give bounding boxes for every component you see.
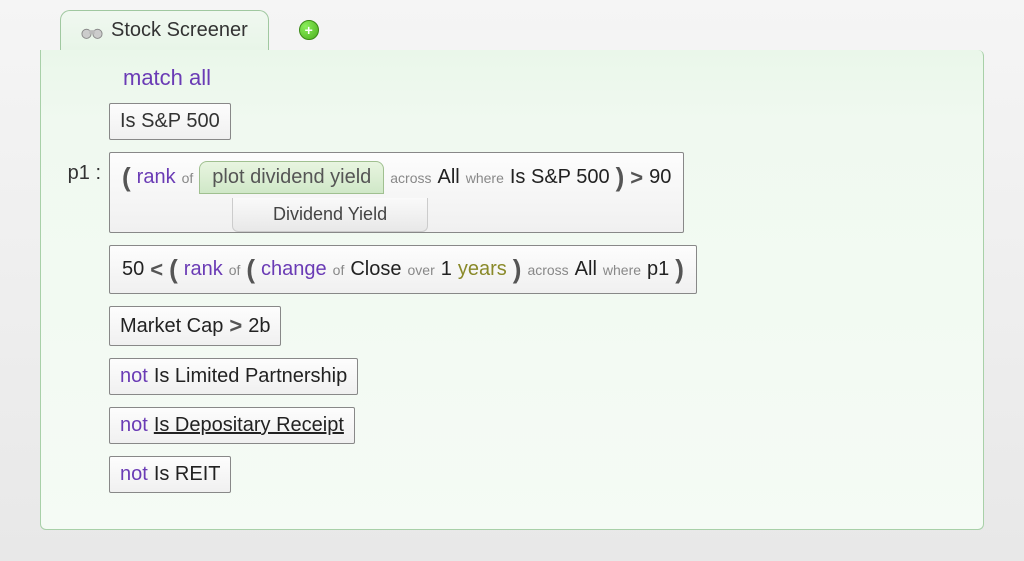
val-1[interactable]: 1 [441, 258, 452, 281]
rparen1: ) [675, 254, 684, 285]
dropdown-text: Dividend Yield [273, 204, 387, 224]
rule-rank-change[interactable]: 50 < ( rank of ( change of Close over 1 … [109, 245, 697, 294]
rule-not-reit[interactable]: not Is REIT [109, 456, 231, 493]
lparen: ( [122, 162, 131, 193]
kw-of1: of [229, 262, 241, 278]
op-gt[interactable]: > [229, 313, 242, 339]
kw-of2: of [333, 262, 345, 278]
kw-p1[interactable]: p1 [647, 258, 669, 281]
text-reit[interactable]: Is REIT [154, 463, 221, 486]
kw-years[interactable]: years [458, 258, 507, 281]
plot-text: plot dividend yield [212, 166, 371, 189]
kw-all[interactable]: All [438, 166, 460, 189]
kw-where: where [603, 262, 641, 278]
plot-pill[interactable]: plot dividend yield [199, 161, 384, 194]
op-gt[interactable]: > [630, 165, 643, 191]
kw-not[interactable]: not [120, 365, 148, 388]
rule-text: Is S&P 500 [120, 110, 220, 133]
rule-p1[interactable]: ( rank of plot dividend yield across All… [109, 152, 684, 233]
match-all-label[interactable]: match all [123, 65, 963, 91]
kw-across: across [527, 262, 568, 278]
kw-rank[interactable]: rank [137, 166, 176, 189]
val-50[interactable]: 50 [122, 258, 144, 281]
kw-all[interactable]: All [575, 258, 597, 281]
op-lt[interactable]: < [150, 257, 163, 283]
kw-not[interactable]: not [120, 414, 148, 437]
rparen: ) [616, 162, 625, 193]
kw-across: across [390, 170, 431, 186]
text-lp[interactable]: Is Limited Partnership [154, 365, 347, 388]
dividend-yield-dropdown[interactable]: Dividend Yield [232, 198, 428, 232]
binoculars-icon [81, 23, 103, 39]
add-tab-button[interactable]: + [299, 20, 319, 40]
val-2b[interactable]: 2b [248, 315, 270, 338]
kw-where: where [466, 170, 504, 186]
plus-icon: + [305, 22, 313, 38]
tab-stock-screener[interactable]: Stock Screener [60, 10, 269, 50]
val-90[interactable]: 90 [649, 166, 671, 189]
kw-not[interactable]: not [120, 463, 148, 486]
rule-market-cap[interactable]: Market Cap > 2b [109, 306, 281, 346]
field-market-cap[interactable]: Market Cap [120, 315, 223, 338]
text-dr[interactable]: Is Depositary Receipt [154, 414, 344, 437]
kw-change[interactable]: change [261, 258, 327, 281]
rule-label-p1: p1 : [61, 152, 101, 185]
tab-title: Stock Screener [111, 19, 248, 42]
rule-is-sp500[interactable]: Is S&P 500 [109, 103, 231, 140]
lparen1: ( [169, 254, 178, 285]
kw-of: of [182, 170, 194, 186]
rule-not-dr[interactable]: not Is Depositary Receipt [109, 407, 355, 444]
lparen2: ( [246, 254, 255, 285]
kw-over: over [408, 262, 435, 278]
kw-close[interactable]: Close [350, 258, 401, 281]
kw-rank[interactable]: rank [184, 258, 223, 281]
screener-panel: match all Is S&P 500 p1 : ( rank of plot… [40, 50, 984, 530]
rule-not-lp[interactable]: not Is Limited Partnership [109, 358, 358, 395]
rparen2: ) [513, 254, 522, 285]
cond-sp500[interactable]: Is S&P 500 [510, 166, 610, 189]
